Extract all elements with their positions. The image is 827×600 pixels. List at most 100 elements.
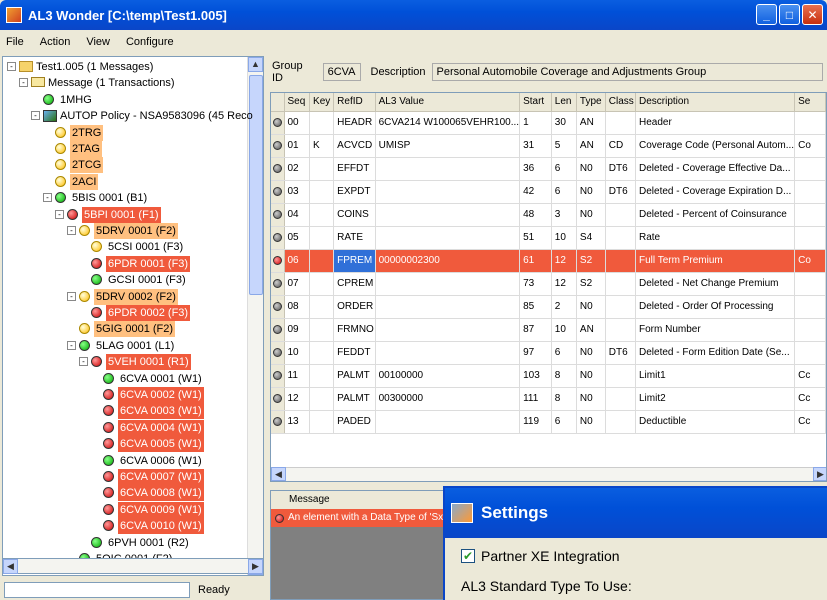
cell-seq[interactable]: 08 [284,295,311,319]
cell-desc[interactable]: Full Term Premium [635,249,796,273]
col-class[interactable]: Class [605,93,637,112]
tree-node[interactable]: 6CVA 0007 (W1) [118,469,204,485]
scroll-up-icon[interactable]: ▲ [248,57,263,72]
cell-start[interactable]: 48 [519,203,552,227]
cell-seq[interactable]: 00 [284,111,311,135]
col-key[interactable]: Key [309,93,335,112]
cell-refid[interactable]: ACVCD [333,134,376,158]
cell-type[interactable]: S4 [576,226,606,250]
table-row[interactable]: 13 PADED 119 6 N0 Deductible Cc [271,410,826,434]
col-refid[interactable]: RefID [333,93,376,112]
cell-len[interactable]: 3 [551,203,577,227]
table-row[interactable]: 06 FPREM 00000002300 61 12 S2 Full Term Premiu… [271,249,826,273]
cell-class[interactable] [605,272,637,296]
cell-key[interactable] [309,249,335,273]
cell-key[interactable] [309,226,335,250]
cell-seq[interactable]: 09 [284,318,311,342]
cell-class[interactable] [605,387,637,411]
cell-start[interactable]: 61 [519,249,552,273]
cell-type[interactable]: N0 [576,387,606,411]
cell-class[interactable] [605,111,637,135]
cell-desc[interactable]: Header [635,111,796,135]
cell-len[interactable]: 6 [551,157,577,181]
scroll-left-icon[interactable]: ◀ [3,559,18,574]
cell-type[interactable]: N0 [576,295,606,319]
cell-desc[interactable]: Limit2 [635,387,796,411]
settings-titlebar[interactable]: Settings [445,488,827,538]
col-len[interactable]: Len [551,93,577,112]
menu-file[interactable]: File [6,36,24,48]
cell-seq[interactable]: 12 [284,387,311,411]
tree-node[interactable]: 5BPI 0001 (F1) [82,206,161,223]
cell-se[interactable] [794,295,826,319]
cell-desc[interactable]: Deleted - Net Change Premium [635,272,796,296]
cell-key[interactable] [309,272,335,296]
cell-start[interactable]: 119 [519,410,552,434]
cell-value[interactable]: 00300000 [375,387,521,411]
col-start[interactable]: Start [519,93,552,112]
tree-horizontal-scrollbar[interactable]: ◀ ▶ [2,558,264,574]
tree-vertical-scrollbar[interactable]: ▲ ▼ [247,57,263,575]
tree-node[interactable]: 1MHG [58,92,94,108]
tree-node[interactable]: 2TAG [70,141,102,157]
cell-value[interactable] [375,341,521,365]
tree-expander-icon[interactable]: - [79,357,88,367]
tree-expander-icon[interactable]: - [7,62,16,71]
table-row[interactable]: 03 EXPDT 42 6 N0 DT6 Deleted - Coverage Expira… [271,180,826,204]
cell-key[interactable] [309,364,335,388]
cell-value[interactable] [375,272,521,296]
cell-se[interactable]: Co [794,134,826,158]
cell-se[interactable] [794,180,826,204]
cell-key[interactable] [309,203,335,227]
cell-len[interactable]: 6 [551,180,577,204]
cell-class[interactable]: DT6 [605,180,637,204]
tree-node[interactable]: GCSI 0001 (F3) [106,272,188,288]
tree-expander-icon[interactable]: - [67,340,76,350]
cell-len[interactable]: 6 [551,410,577,434]
cell-class[interactable] [605,226,637,250]
cell-se[interactable]: Cc [794,410,826,434]
cell-len[interactable]: 10 [551,318,577,342]
cell-type[interactable]: S2 [576,249,606,273]
menu-action[interactable]: Action [40,36,71,48]
cell-type[interactable]: N0 [576,157,606,181]
cell-seq[interactable]: 11 [284,364,311,388]
cell-start[interactable]: 97 [519,341,552,365]
cell-desc[interactable]: Form Number [635,318,796,342]
cell-seq[interactable]: 03 [284,180,311,204]
tree-node[interactable]: 6CVA 0004 (W1) [118,419,204,436]
cell-type[interactable]: N0 [576,341,606,365]
col-description[interactable]: Description [635,93,796,112]
cell-start[interactable]: 1 [519,111,552,135]
cell-key[interactable] [309,157,335,181]
cell-class[interactable] [605,203,637,227]
cell-key[interactable] [309,295,335,319]
cell-value[interactable] [375,180,521,204]
cell-seq[interactable]: 13 [284,410,311,434]
tree-node[interactable]: 5BIS 0001 (B1) [70,190,149,206]
menu-configure[interactable]: Configure [126,36,174,48]
cell-refid[interactable]: EFFDT [333,157,376,181]
cell-start[interactable]: 42 [519,180,552,204]
cell-class[interactable] [605,249,637,273]
cell-len[interactable]: 30 [551,111,577,135]
cell-type[interactable]: N0 [576,203,606,227]
tree-node[interactable]: 6CVA 0009 (W1) [118,501,204,518]
cell-type[interactable]: N0 [576,180,606,204]
cell-key[interactable]: K [309,134,335,158]
cell-type[interactable]: S2 [576,272,606,296]
menu-view[interactable]: View [86,36,110,48]
cell-value[interactable] [375,226,521,250]
cell-class[interactable] [605,318,637,342]
tree-node[interactable]: 5DRV 0002 (F2) [94,288,178,305]
tree-node[interactable]: 2TRG [70,124,104,141]
table-row[interactable]: 12 PALMT 00300000 111 8 N0 Limit2 Cc [271,387,826,411]
grid-scroll-left-icon[interactable]: ◀ [271,467,286,481]
grid-horizontal-scrollbar[interactable]: ◀ ▶ [271,467,826,481]
element-grid[interactable]: Seq Key RefID AL3 Value Start Len Type C… [270,92,827,482]
tree-node[interactable]: 5GIG 0001 (F2) [94,321,176,338]
tree-node[interactable]: Test1.005 (1 Messages) [34,59,155,75]
table-row[interactable]: 10 FEDDT 97 6 N0 DT6 Deleted - Form Edition Da… [271,341,826,365]
grid-scroll-right-icon[interactable]: ▶ [813,467,826,481]
tree-node[interactable]: 6CVA 0002 (W1) [118,387,204,403]
